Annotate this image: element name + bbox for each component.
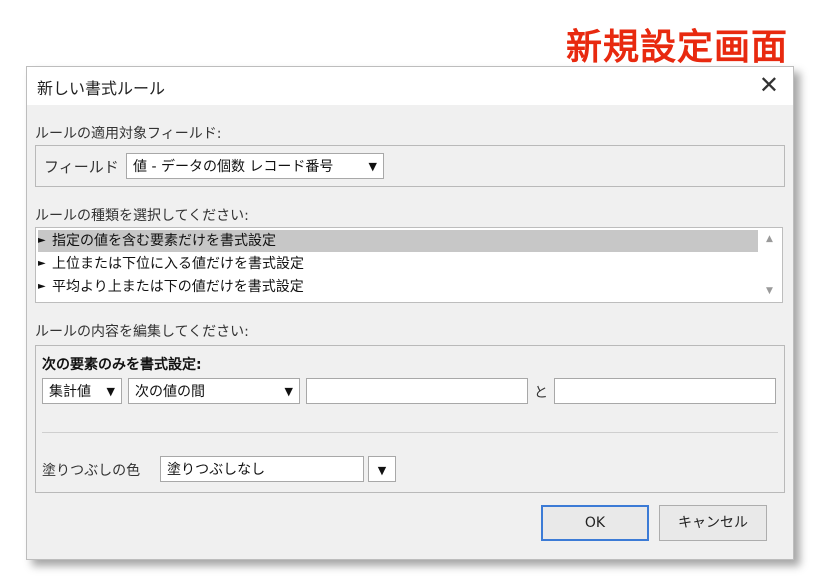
rule-type-label: ルールの種類を選択してください: <box>35 208 249 224</box>
rule-type-item-label: 平均より上または下の値だけを書式設定 <box>52 279 304 295</box>
dialog-title: 新しい書式ルール <box>37 79 166 98</box>
field-dropdown-value: 値 - データの個数 レコード番号 <box>133 159 334 175</box>
fill-color-dropdown-button[interactable]: ▼ <box>368 456 396 482</box>
field-group: フィールド 値 - データの個数 レコード番号 ▼ <box>35 145 785 187</box>
aggregate-dropdown-value: 集計値 <box>49 384 91 400</box>
value1-input[interactable] <box>306 378 528 404</box>
arrow-right-icon: ► <box>38 235 46 246</box>
list-scrollbar[interactable]: ▲ ▼ <box>760 228 782 302</box>
ok-button[interactable]: OK <box>541 505 649 541</box>
field-label: フィールド <box>44 158 119 176</box>
scroll-up-icon[interactable]: ▲ <box>766 234 773 244</box>
scroll-down-icon[interactable]: ▼ <box>766 286 773 296</box>
and-label: と <box>534 385 548 401</box>
chevron-down-icon: ▼ <box>106 385 115 398</box>
aggregate-dropdown[interactable]: 集計値 ▼ <box>42 378 122 404</box>
rule-type-item-top-bottom[interactable]: ► 上位または下位に入る値だけを書式設定 <box>38 253 758 275</box>
arrow-right-icon: ► <box>38 258 46 269</box>
divider <box>42 432 778 433</box>
format-rule-dialog: 新しい書式ルール ✕ ルールの適用対象フィールド: フィールド 値 - データの… <box>26 66 794 560</box>
rule-type-item-average[interactable]: ► 平均より上または下の値だけを書式設定 <box>38 276 758 298</box>
rule-type-item-label: 指定の値を含む要素だけを書式設定 <box>52 233 276 249</box>
field-section-label: ルールの適用対象フィールド: <box>35 126 222 142</box>
condition-dropdown[interactable]: 次の値の間 ▼ <box>128 378 300 404</box>
fill-color-field[interactable]: 塗りつぶしなし <box>160 456 364 482</box>
close-icon[interactable]: ✕ <box>759 71 779 99</box>
format-only-label: 次の要素のみを書式設定: <box>42 357 202 373</box>
rule-type-item-contains[interactable]: ► 指定の値を含む要素だけを書式設定 <box>38 230 758 252</box>
edit-rule-label: ルールの内容を編集してください: <box>35 324 249 340</box>
caption-new-settings: 新規設定画面 <box>565 27 788 68</box>
chevron-down-icon: ▼ <box>377 464 387 477</box>
fill-color-value: 塗りつぶしなし <box>167 462 266 478</box>
chevron-down-icon: ▼ <box>284 385 293 398</box>
condition-dropdown-value: 次の値の間 <box>135 384 205 400</box>
value2-input[interactable] <box>554 378 776 404</box>
field-dropdown[interactable]: 値 - データの個数 レコード番号 ▼ <box>126 153 384 179</box>
rule-type-list: ► 指定の値を含む要素だけを書式設定 ► 上位または下位に入る値だけを書式設定 ► 平… <box>35 227 783 303</box>
rule-type-item-label: 上位または下位に入る値だけを書式設定 <box>52 256 304 272</box>
arrow-right-icon: ► <box>38 281 46 292</box>
chevron-down-icon: ▼ <box>368 160 377 173</box>
title-bar: 新しい書式ルール ✕ <box>27 67 793 105</box>
cancel-button[interactable]: キャンセル <box>659 505 767 541</box>
fill-color-label: 塗りつぶしの色 <box>42 463 141 479</box>
rule-edit-group: 次の要素のみを書式設定: 集計値 ▼ 次の値の間 ▼ と 塗りつぶしの色 塗りつ… <box>35 345 785 493</box>
